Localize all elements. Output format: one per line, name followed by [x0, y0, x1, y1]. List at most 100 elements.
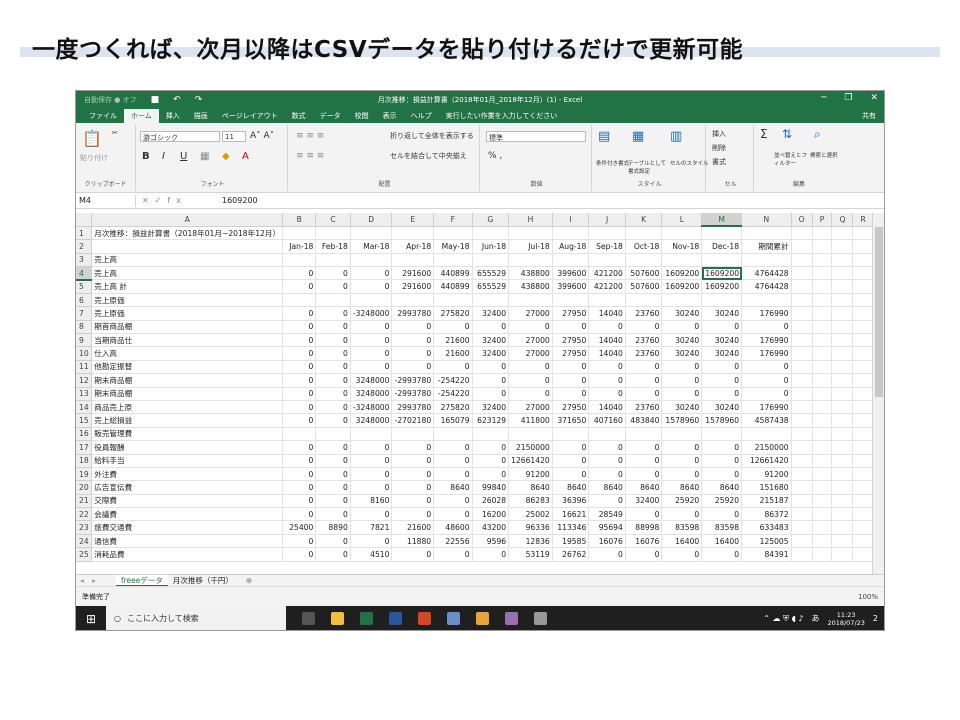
cell[interactable] [508, 226, 553, 241]
paste-button[interactable]: 貼り付け [80, 153, 108, 163]
cell[interactable]: 0 [282, 480, 317, 495]
cell[interactable] [625, 253, 663, 268]
cell[interactable]: 0 [391, 494, 435, 509]
cell[interactable] [741, 226, 792, 241]
cell[interactable] [791, 226, 813, 241]
cell[interactable]: 113346 [552, 520, 590, 535]
cell[interactable]: 0 [433, 494, 473, 509]
cell[interactable] [701, 293, 743, 308]
row-header[interactable]: 6 [76, 293, 93, 308]
cell[interactable]: 0 [282, 507, 317, 522]
cell[interactable]: 176990 [741, 306, 792, 321]
cell[interactable]: 0 [701, 373, 743, 388]
column-header[interactable]: M [701, 213, 743, 228]
cell[interactable]: 83598 [661, 520, 703, 535]
cell[interactable]: 0 [433, 440, 473, 455]
cell[interactable]: -254220 [433, 373, 473, 388]
cell[interactable] [831, 373, 854, 388]
cell[interactable]: 0 [282, 306, 317, 321]
cell[interactable] [831, 427, 854, 442]
sort-filter-icon[interactable]: ⇅ [782, 127, 792, 141]
cell[interactable]: 0 [433, 360, 473, 375]
cell[interactable]: 371650 [552, 413, 590, 428]
cell[interactable] [852, 520, 874, 535]
cell[interactable]: 30240 [661, 400, 703, 415]
autosave-toggle[interactable]: 自動保存 ● オフ [84, 95, 137, 105]
powerpoint-app-icon[interactable] [418, 612, 431, 625]
cell[interactable] [391, 253, 435, 268]
cell[interactable] [831, 494, 854, 509]
cell[interactable] [812, 494, 833, 509]
scroll-thumb[interactable] [875, 227, 883, 397]
notification-icon[interactable]: 2 [873, 614, 878, 623]
row-header[interactable]: 25 [76, 547, 93, 562]
cell[interactable] [741, 293, 792, 308]
cell[interactable]: 0 [701, 467, 743, 482]
cell[interactable] [812, 400, 833, 415]
cell[interactable] [852, 427, 874, 442]
cell[interactable] [791, 440, 813, 455]
column-header[interactable]: D [350, 213, 393, 227]
cell[interactable]: 0 [472, 454, 510, 468]
cell[interactable]: 0 [315, 547, 351, 562]
cell[interactable] [812, 480, 833, 495]
cell[interactable] [701, 427, 743, 442]
cell[interactable]: 0 [282, 373, 317, 388]
cell[interactable]: 16200 [472, 507, 510, 522]
cell[interactable]: 0 [350, 333, 393, 348]
merge-center-button[interactable]: セルを結合して中央揃え [390, 151, 467, 161]
tab-insert[interactable]: 挿入 [159, 111, 187, 123]
redo-icon[interactable]: ↷ [195, 95, 203, 105]
cell[interactable]: 0 [588, 440, 626, 455]
cell[interactable]: 8640 [433, 480, 473, 495]
cell[interactable]: 仕入高 [91, 346, 284, 361]
cell[interactable]: 0 [661, 454, 703, 468]
cell[interactable] [282, 427, 317, 442]
cell[interactable] [852, 306, 874, 321]
row-header[interactable]: 23 [76, 520, 93, 535]
row-header[interactable]: 22 [76, 507, 93, 522]
cell[interactable]: 0 [315, 534, 351, 549]
align-left-icon[interactable]: ≡ ≡ ≡ [296, 151, 324, 161]
cell[interactable] [588, 427, 626, 442]
cell[interactable]: 0 [315, 279, 351, 294]
cell[interactable]: 0 [472, 467, 510, 482]
cell[interactable]: 0 [433, 547, 473, 562]
cell[interactable]: 176990 [741, 400, 792, 415]
cell[interactable]: 9596 [472, 534, 510, 549]
cell[interactable]: 0 [315, 333, 351, 348]
cell[interactable] [852, 320, 874, 335]
cell[interactable] [791, 360, 813, 375]
cell[interactable]: 43200 [472, 520, 510, 535]
cell[interactable]: 655529 [472, 279, 510, 294]
cell[interactable] [831, 520, 854, 535]
cell[interactable]: 0 [625, 507, 663, 522]
cell[interactable] [812, 373, 833, 388]
cell[interactable]: 3248000 [350, 387, 393, 401]
cell[interactable]: Dec-18 [701, 239, 743, 254]
cell[interactable]: 99840 [472, 480, 510, 495]
cell[interactable]: 0 [433, 507, 473, 522]
italic-button[interactable]: I [162, 151, 165, 162]
cell[interactable]: 125005 [741, 534, 792, 549]
row-header[interactable]: 8 [76, 320, 93, 335]
cell[interactable]: 0 [315, 346, 351, 361]
table-format-button[interactable]: テーブルとして書式設定 [628, 159, 668, 175]
cell[interactable]: 0 [588, 387, 626, 401]
cell[interactable]: 期末商品棚 [91, 387, 284, 401]
cell[interactable]: 27000 [508, 346, 553, 361]
cell[interactable]: Nov-18 [661, 239, 703, 254]
cell[interactable]: 633483 [741, 520, 792, 535]
cell[interactable]: 0 [508, 373, 553, 388]
cell[interactable]: 0 [508, 387, 553, 401]
cell[interactable]: 0 [741, 373, 792, 388]
cell[interactable]: 27950 [552, 333, 590, 348]
cell[interactable]: 0 [588, 360, 626, 375]
cell[interactable] [852, 400, 874, 415]
table-format-icon[interactable]: ▦ [632, 129, 644, 144]
cell[interactable] [831, 400, 854, 415]
font-size-select[interactable]: 11 [222, 131, 246, 142]
cell[interactable]: 4764428 [741, 279, 792, 294]
cell[interactable] [812, 454, 833, 468]
cell[interactable]: 30240 [701, 346, 743, 361]
